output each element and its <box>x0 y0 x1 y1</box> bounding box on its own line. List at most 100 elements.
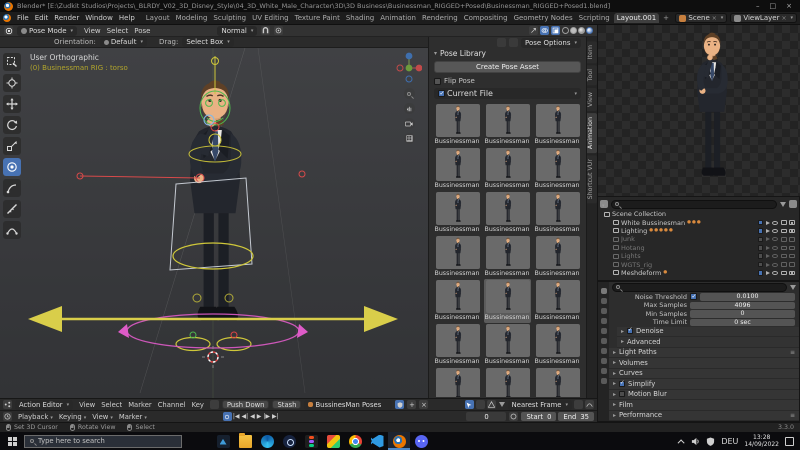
viewport-canvas[interactable] <box>0 48 428 398</box>
pose-item[interactable] <box>484 367 531 397</box>
property-panel-header[interactable]: ▸ Film ≡ <box>609 400 799 411</box>
pose-item[interactable]: Bussinessman Sta <box>484 235 531 279</box>
output-properties-tab[interactable] <box>601 298 607 304</box>
workspace-tab[interactable]: Animation <box>377 13 419 23</box>
workspace-tab[interactable]: UV Editing <box>249 13 292 23</box>
disable-viewport-icon[interactable] <box>781 262 787 267</box>
disable-viewport-icon[interactable] <box>781 220 787 225</box>
businessman-character[interactable] <box>190 80 242 320</box>
figma-icon[interactable] <box>300 432 322 450</box>
outliner-filter-dropdown[interactable] <box>600 200 608 208</box>
disable-viewport-icon[interactable] <box>781 254 787 259</box>
start-button[interactable] <box>0 432 24 450</box>
exclude-checkbox[interactable] <box>758 262 764 268</box>
end-frame-field[interactable]: End35 <box>558 412 594 421</box>
photos-icon[interactable] <box>212 432 234 450</box>
editor-mode-dropdown[interactable]: Action Editor <box>15 400 73 410</box>
hide-viewport-icon[interactable] <box>772 254 778 258</box>
action-menu-item[interactable]: Channel <box>155 400 189 410</box>
mode-dropdown[interactable]: Pose Mode <box>17 26 77 36</box>
pose-thumbnail[interactable] <box>436 280 480 313</box>
shading-wireframe-icon[interactable] <box>562 27 569 34</box>
drag-dropdown[interactable]: Select Box <box>182 37 233 47</box>
cursor-tool[interactable] <box>3 74 21 92</box>
render-preview[interactable] <box>597 25 800 196</box>
snap-dropdown[interactable]: Nearest Frame <box>508 400 572 410</box>
select-box-tool[interactable] <box>3 53 21 71</box>
property-checkbox[interactable] <box>690 293 697 300</box>
filter-icon[interactable] <box>210 400 219 409</box>
outliner-row[interactable]: Meshdeform ● <box>600 269 797 277</box>
workspace-tab[interactable]: Modeling <box>173 13 211 23</box>
annotate-tool[interactable] <box>3 179 21 197</box>
hide-viewport-icon[interactable] <box>772 221 778 225</box>
transform-tool[interactable] <box>3 158 21 176</box>
exclude-checkbox[interactable] <box>758 220 764 226</box>
action-menu-item[interactable]: Marker <box>125 400 155 410</box>
pose-item[interactable]: Bussinessman W... <box>434 323 481 367</box>
action-menu-item[interactable]: Select <box>98 400 125 410</box>
shading-material-icon[interactable] <box>578 27 585 34</box>
pose-thumbnail[interactable] <box>536 280 580 313</box>
pose-thumbnail[interactable] <box>536 192 580 225</box>
pose-item[interactable]: Bussinessman Poi <box>434 191 481 235</box>
defender-shield-icon[interactable] <box>706 437 715 446</box>
push-down-button[interactable]: Push Down <box>222 400 270 409</box>
hide-viewport-icon[interactable] <box>772 237 778 241</box>
outliner-row[interactable]: Junk <box>600 235 797 243</box>
properties-filter-icon[interactable] <box>790 285 796 290</box>
volume-icon[interactable] <box>691 437 700 446</box>
data-properties-tab[interactable] <box>601 378 607 384</box>
proportional-icon[interactable] <box>574 400 583 409</box>
property-panel-header[interactable]: ▸ Light Paths ≡ <box>609 348 799 359</box>
workspace-tab[interactable]: Texture Paint <box>292 13 343 23</box>
create-pose-asset-button[interactable]: Create Pose Asset <box>434 61 581 73</box>
menu-item[interactable]: File <box>14 13 32 23</box>
workspace-tab[interactable]: Compositing <box>461 13 511 23</box>
workspace-tab[interactable]: Shading <box>343 13 377 23</box>
menu-item[interactable]: Help <box>116 13 138 23</box>
world-properties-tab[interactable] <box>601 328 607 334</box>
axis-gizmo[interactable] <box>396 50 422 84</box>
shading-rendered-icon[interactable] <box>586 27 593 34</box>
render-properties-tab[interactable] <box>601 288 607 294</box>
outliner-root-row[interactable]: Scene Collection <box>600 210 797 218</box>
disable-render-icon[interactable] <box>789 237 795 242</box>
panel-checkbox[interactable] <box>627 328 633 334</box>
property-panel-header[interactable]: ▸ Denoise ≡ <box>617 327 799 338</box>
blender-taskbar-icon[interactable] <box>388 432 410 450</box>
sidebar-tab[interactable]: Animation <box>587 113 597 153</box>
panel-menu-icon[interactable]: ≡ <box>790 412 795 419</box>
scene-selector[interactable]: Scene× <box>675 13 727 23</box>
hide-viewport-icon[interactable] <box>772 229 778 233</box>
pose-thumbnail[interactable] <box>436 192 480 225</box>
jump-to-end-button[interactable]: ▶| <box>271 413 280 420</box>
exclude-checkbox[interactable] <box>758 245 764 251</box>
preview-range-clock-icon[interactable] <box>509 412 518 421</box>
orientation-dropdown[interactable]: Default <box>100 37 147 47</box>
property-panel-header[interactable]: ▸ Volumes ≡ <box>609 358 799 369</box>
property-row[interactable]: Time Limit 0 sec <box>609 318 799 327</box>
pin-icon[interactable] <box>497 38 506 47</box>
auto-keying-icon[interactable] <box>223 412 232 421</box>
sidebar-tab[interactable]: View <box>587 88 597 111</box>
file-explorer-icon[interactable] <box>234 432 256 450</box>
workspace-tab[interactable]: Scripting <box>576 13 613 23</box>
move-tool[interactable] <box>3 95 21 113</box>
property-panel-header[interactable]: ▸ Simplify ≡ <box>609 379 799 390</box>
viewlayer-properties-tab[interactable] <box>601 308 607 314</box>
pose-thumbnail[interactable] <box>436 324 480 357</box>
selectable-icon[interactable] <box>766 263 770 267</box>
proportional-edit-icon[interactable] <box>274 26 283 35</box>
new-action-icon[interactable]: + <box>407 400 416 409</box>
pose-thumbnail[interactable] <box>486 148 530 181</box>
selectable-icon[interactable] <box>766 221 770 225</box>
selectable-icon[interactable] <box>766 237 770 241</box>
scene-unlink-icon[interactable]: × <box>712 15 717 22</box>
dopesheet-filter-icon[interactable] <box>499 402 505 407</box>
disable-viewport-icon[interactable] <box>781 229 787 234</box>
pose-thumbnail[interactable] <box>436 104 480 137</box>
xray-toggle-icon[interactable] <box>551 26 560 35</box>
property-row[interactable]: Min Samples 0 <box>609 310 799 319</box>
disable-viewport-icon[interactable] <box>781 271 787 276</box>
